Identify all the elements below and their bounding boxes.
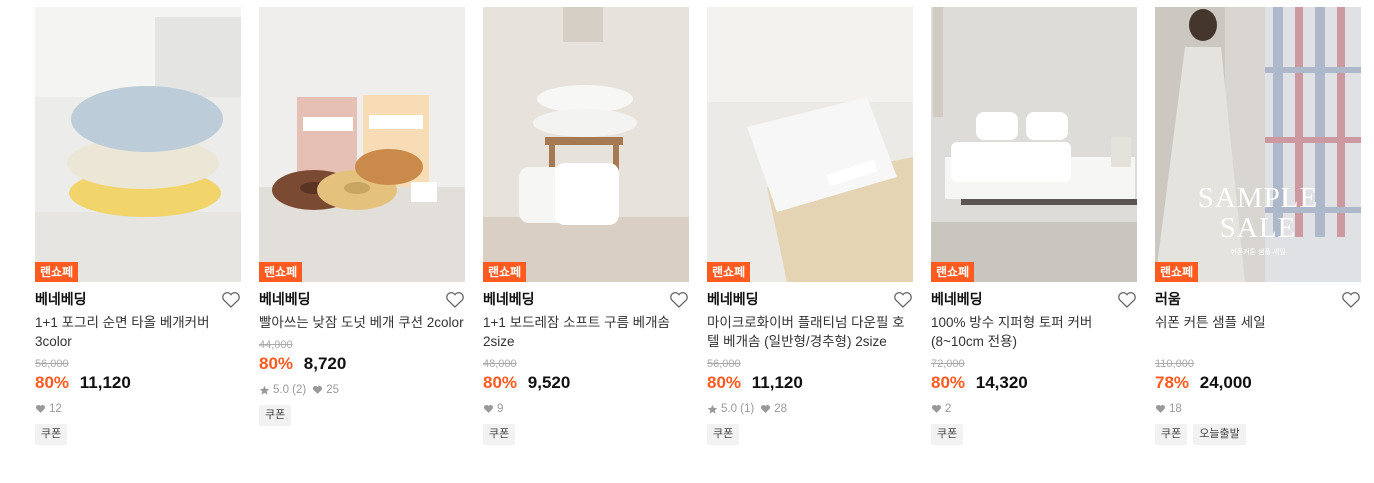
heart-outline-icon[interactable] bbox=[669, 291, 689, 309]
discount-rate: 80% bbox=[931, 373, 966, 392]
tag-coupon: 쿠폰 bbox=[35, 424, 68, 445]
product-card[interactable]: 랜쇼페 베네베딩 빨아쓰는 낮잠 도넛 베개 쿠션 2color 44,000 … bbox=[259, 7, 465, 426]
discount-rate: 80% bbox=[707, 373, 742, 392]
original-price: 110,000 bbox=[1155, 358, 1194, 370]
tag-coupon: 쿠폰 bbox=[707, 424, 740, 445]
sale-price: 14,320 bbox=[975, 373, 1028, 392]
discount-rate: 78% bbox=[1155, 373, 1190, 392]
rating: 5.0 (2) bbox=[273, 384, 307, 396]
image-overlay-sample: SAMPLE bbox=[1197, 182, 1319, 214]
product-image[interactable]: 랜쇼페 bbox=[259, 7, 465, 282]
discount-rate: 80% bbox=[35, 373, 70, 392]
product-image[interactable]: 랜쇼페 bbox=[931, 7, 1137, 282]
heart-outline-icon[interactable] bbox=[1341, 291, 1361, 309]
brand-name[interactable]: 베네베딩 bbox=[707, 291, 759, 307]
product-title[interactable]: 마이크로화이버 플래티넘 다운필 호텔 베개솜 (일반형/경추형) 2size bbox=[707, 313, 913, 351]
product-title[interactable]: 쉬폰 커튼 샘플 세일 bbox=[1155, 313, 1361, 332]
like-count: 2 bbox=[945, 403, 952, 415]
heart-outline-icon[interactable] bbox=[1117, 291, 1137, 309]
product-image[interactable]: 랜쇼페 bbox=[35, 7, 241, 282]
tag-coupon: 쿠폰 bbox=[259, 405, 292, 426]
promo-badge: 랜쇼페 bbox=[483, 262, 527, 282]
product-grid: 랜쇼페 베네베딩 1+1 포그리 순면 타올 베개커버 3color 56,00… bbox=[0, 0, 1374, 483]
brand-name[interactable]: 베네베딩 bbox=[35, 291, 87, 307]
discount-rate: 80% bbox=[259, 354, 294, 373]
like-count: 28 bbox=[774, 403, 788, 415]
brand-name[interactable]: 러움 bbox=[1155, 291, 1181, 307]
promo-badge: 랜쇼페 bbox=[1155, 262, 1199, 282]
product-card[interactable]: 랜쇼페 베네베딩 1+1 포그리 순면 타올 베개커버 3color 56,00… bbox=[35, 7, 241, 445]
original-price: 72,000 bbox=[931, 358, 965, 370]
discount-rate: 80% bbox=[483, 373, 518, 392]
brand-name[interactable]: 베네베딩 bbox=[483, 291, 535, 307]
heart-filled-icon bbox=[483, 404, 494, 413]
original-price: 44,000 bbox=[259, 339, 293, 351]
product-title[interactable]: 1+1 포그리 순면 타올 베개커버 3color bbox=[35, 313, 241, 351]
rating: 5.0 (1) bbox=[721, 403, 755, 415]
heart-outline-icon[interactable] bbox=[893, 291, 913, 309]
product-card[interactable]: 랜쇼페 베네베딩 100% 방수 지퍼형 토퍼 커버 (8~10cm 전용) 7… bbox=[931, 7, 1137, 445]
heart-filled-icon bbox=[1155, 404, 1166, 413]
like-count: 9 bbox=[497, 403, 504, 415]
original-price: 48,000 bbox=[483, 358, 517, 370]
heart-outline-icon[interactable] bbox=[445, 291, 465, 309]
tag-coupon: 쿠폰 bbox=[931, 424, 964, 445]
product-card[interactable]: 랜쇼페 베네베딩 마이크로화이버 플래티넘 다운필 호텔 베개솜 (일반형/경추… bbox=[707, 7, 913, 445]
image-overlay-sale: SALE bbox=[1219, 212, 1297, 244]
tag-coupon: 쿠폰 bbox=[483, 424, 516, 445]
promo-badge: 랜쇼페 bbox=[259, 262, 303, 282]
product-card[interactable]: SAMPLE SALE 쉬폰커튼 샘플 세일 랜쇼페 러움 쉬폰 커튼 샘플 세… bbox=[1155, 7, 1361, 445]
promo-badge: 랜쇼페 bbox=[707, 262, 751, 282]
sale-price: 8,720 bbox=[303, 354, 347, 373]
like-count: 25 bbox=[326, 384, 340, 396]
sale-price: 9,520 bbox=[527, 373, 571, 392]
star-icon bbox=[259, 385, 270, 395]
brand-name[interactable]: 베네베딩 bbox=[259, 291, 311, 307]
original-price: 56,000 bbox=[707, 358, 741, 370]
product-image[interactable]: 랜쇼페 bbox=[707, 7, 913, 282]
sale-price: 24,000 bbox=[1199, 373, 1252, 392]
like-count: 18 bbox=[1169, 403, 1182, 415]
product-title[interactable]: 100% 방수 지퍼형 토퍼 커버 (8~10cm 전용) bbox=[931, 313, 1137, 351]
tag-coupon: 쿠폰 bbox=[1155, 424, 1188, 445]
tag-ships-today: 오늘출발 bbox=[1193, 424, 1246, 445]
heart-filled-icon bbox=[761, 404, 771, 413]
sale-price: 11,120 bbox=[751, 373, 803, 392]
brand-name[interactable]: 베네베딩 bbox=[931, 291, 983, 307]
original-price: 56,000 bbox=[35, 358, 69, 370]
heart-filled-icon bbox=[35, 404, 46, 413]
heart-filled-icon bbox=[313, 385, 323, 394]
product-title[interactable]: 빨아쓰는 낮잠 도넛 베개 쿠션 2color bbox=[259, 313, 465, 332]
promo-badge: 랜쇼페 bbox=[35, 262, 79, 282]
product-image[interactable]: SAMPLE SALE 쉬폰커튼 샘플 세일 랜쇼페 bbox=[1155, 7, 1361, 282]
product-image[interactable]: 랜쇼페 bbox=[483, 7, 689, 282]
like-count: 12 bbox=[49, 403, 62, 415]
sale-price: 11,120 bbox=[79, 373, 131, 392]
heart-outline-icon[interactable] bbox=[221, 291, 241, 309]
promo-badge: 랜쇼페 bbox=[931, 262, 975, 282]
image-overlay-caption: 쉬폰커튼 샘플 세일 bbox=[1230, 249, 1286, 256]
product-title[interactable]: 1+1 보드레잠 소프트 구름 베개솜 2size bbox=[483, 313, 689, 351]
star-icon bbox=[707, 404, 718, 414]
product-card[interactable]: 랜쇼페 베네베딩 1+1 보드레잠 소프트 구름 베개솜 2size 48,00… bbox=[483, 7, 689, 445]
heart-filled-icon bbox=[931, 404, 942, 413]
